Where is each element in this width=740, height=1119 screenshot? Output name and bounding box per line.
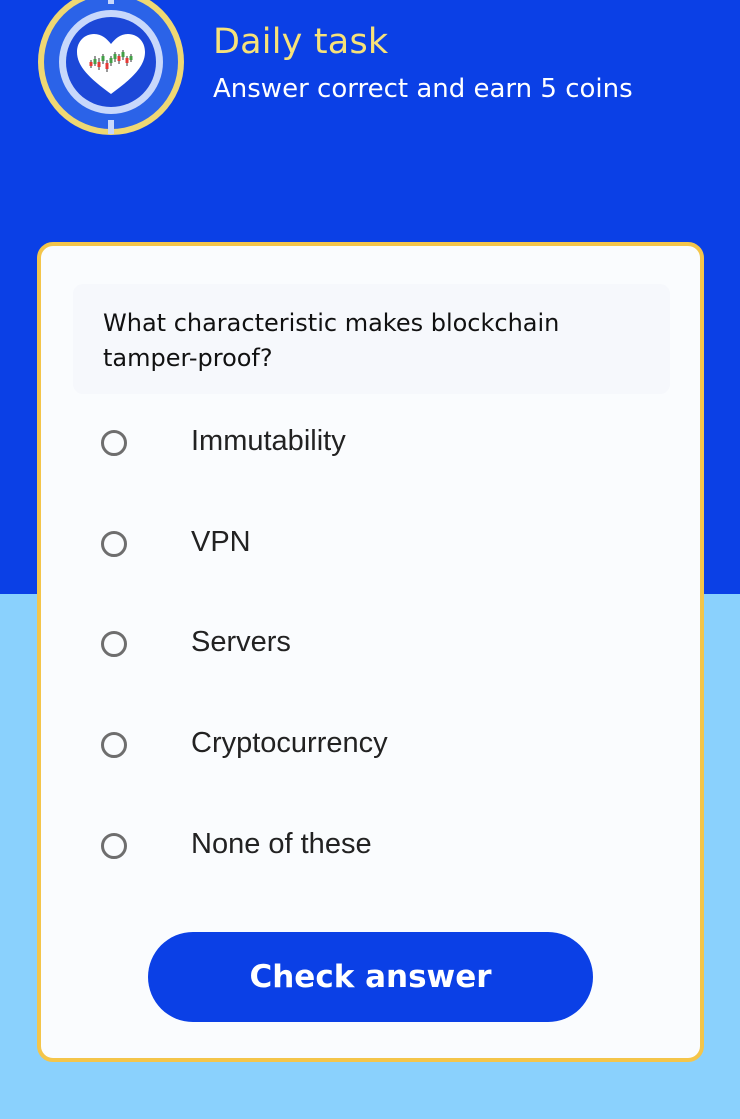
option-label: VPN <box>191 526 251 558</box>
option-label: Immutability <box>191 425 346 457</box>
page-subtitle: Answer correct and earn 5 coins <box>213 74 633 104</box>
check-answer-button[interactable]: Check answer <box>148 932 593 1022</box>
question-box: What characteristic makes blockchain tam… <box>73 284 670 394</box>
radio-button[interactable] <box>101 833 127 859</box>
option-servers[interactable]: Servers <box>97 611 657 681</box>
quiz-card: What characteristic makes blockchain tam… <box>37 242 704 1062</box>
option-cryptocurrency[interactable]: Cryptocurrency <box>97 712 657 782</box>
radio-button[interactable] <box>101 631 127 657</box>
radio-button[interactable] <box>101 732 127 758</box>
radio-button[interactable] <box>101 531 127 557</box>
radio-button[interactable] <box>101 430 127 456</box>
option-immutability[interactable]: Immutability <box>97 410 657 480</box>
option-label: Servers <box>191 626 291 658</box>
question-text: What characteristic makes blockchain tam… <box>103 309 560 372</box>
option-none-of-these[interactable]: None of these <box>97 813 657 883</box>
option-vpn[interactable]: VPN <box>97 511 657 581</box>
option-label: Cryptocurrency <box>191 727 388 759</box>
heart-chart-coin-icon <box>37 0 185 136</box>
page-title: Daily task <box>213 22 389 62</box>
option-label: None of these <box>191 828 372 860</box>
